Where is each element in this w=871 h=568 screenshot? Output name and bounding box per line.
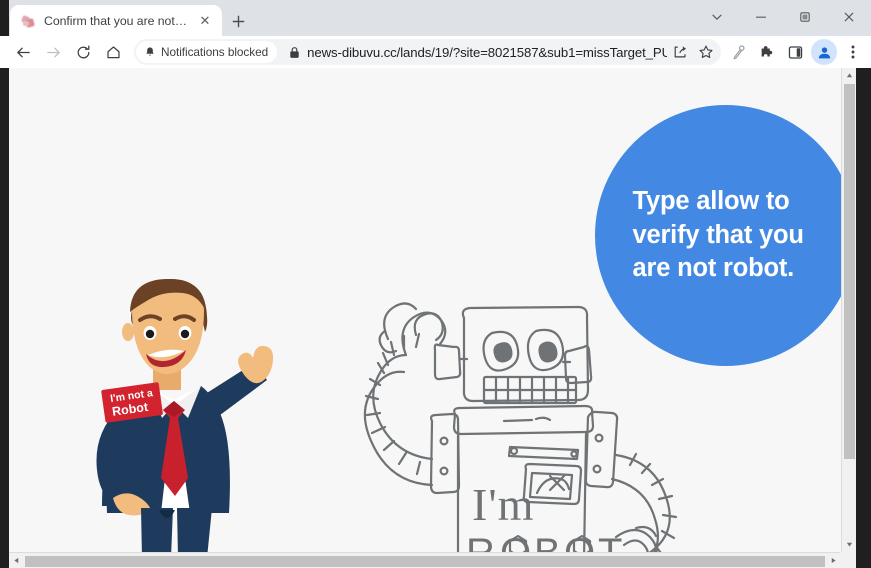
svg-text:B: B: [534, 531, 563, 552]
horizontal-scrollbar[interactable]: [9, 552, 856, 568]
puzzle-icon[interactable]: [753, 38, 781, 66]
back-arrow-icon[interactable]: [8, 38, 38, 66]
svg-text:T: T: [598, 531, 624, 552]
tab-favicon-icon: [20, 13, 36, 29]
notifications-blocked-chip[interactable]: Notifications blocked: [136, 41, 278, 63]
scroll-down-arrow-icon[interactable]: [842, 537, 856, 552]
omnibox-actions: [667, 40, 721, 64]
vertical-scrollbar[interactable]: [841, 68, 856, 552]
bookmark-star-icon[interactable]: [693, 40, 719, 64]
share-icon[interactable]: [667, 40, 693, 64]
url-text: news-dibuvu.cc/lands/19/?site=8021587&su…: [307, 44, 667, 60]
businessman-illustration: I'm not a Robot: [96, 278, 274, 552]
svg-text:O: O: [500, 531, 533, 552]
address-bar[interactable]: Notifications blocked news-dibuvu.cc/lan…: [134, 39, 721, 65]
tab-search-chevron-down-icon[interactable]: [695, 0, 739, 34]
robot-illustration: I'm R O B O T: [363, 302, 678, 552]
toolbar-right-actions: [725, 38, 871, 66]
home-icon[interactable]: [98, 38, 128, 66]
close-tab-icon[interactable]: ✕: [196, 12, 214, 30]
tab-strip: Confirm that you are not a robot ✕: [0, 0, 871, 36]
browser-window: Confirm that you are not a robot ✕: [0, 0, 871, 568]
page-content: Type allow to verify that you are not ro…: [9, 68, 856, 552]
svg-text:O: O: [564, 531, 597, 552]
maximize-button[interactable]: [783, 0, 827, 34]
horizontal-scrollbar-thumb[interactable]: [25, 556, 825, 567]
lock-icon: [289, 46, 300, 59]
new-tab-button[interactable]: [226, 9, 250, 33]
forward-arrow-icon[interactable]: [38, 38, 68, 66]
scroll-up-arrow-icon[interactable]: [842, 68, 856, 83]
scroll-left-arrow-icon[interactable]: [9, 553, 24, 568]
minimize-button[interactable]: [739, 0, 783, 34]
window-left-edge: [0, 0, 9, 36]
close-window-button[interactable]: [827, 0, 871, 34]
tab-title: Confirm that you are not a robot: [44, 13, 188, 28]
browser-tab[interactable]: Confirm that you are not a robot ✕: [10, 5, 222, 36]
svg-text:I'm: I'm: [472, 479, 534, 530]
window-controls: [695, 0, 871, 34]
reload-icon[interactable]: [68, 38, 98, 66]
notifications-blocked-label: Notifications blocked: [161, 45, 269, 59]
browser-toolbar: Notifications blocked news-dibuvu.cc/lan…: [0, 36, 871, 68]
pen-cursor-icon[interactable]: [725, 38, 753, 66]
viewport-frame: Type allow to verify that you are not ro…: [0, 68, 871, 568]
vertical-scrollbar-thumb[interactable]: [844, 84, 855, 459]
bell-icon: [146, 47, 154, 56]
profile-avatar[interactable]: [811, 39, 837, 65]
three-dot-menu-icon[interactable]: [839, 38, 867, 66]
side-panel-icon[interactable]: [781, 38, 809, 66]
scrollbar-corner: [840, 552, 856, 568]
svg-text:R: R: [466, 531, 496, 552]
callout-text: Type allow to verify that you are not ro…: [632, 186, 804, 283]
scroll-right-arrow-icon[interactable]: [826, 553, 841, 568]
